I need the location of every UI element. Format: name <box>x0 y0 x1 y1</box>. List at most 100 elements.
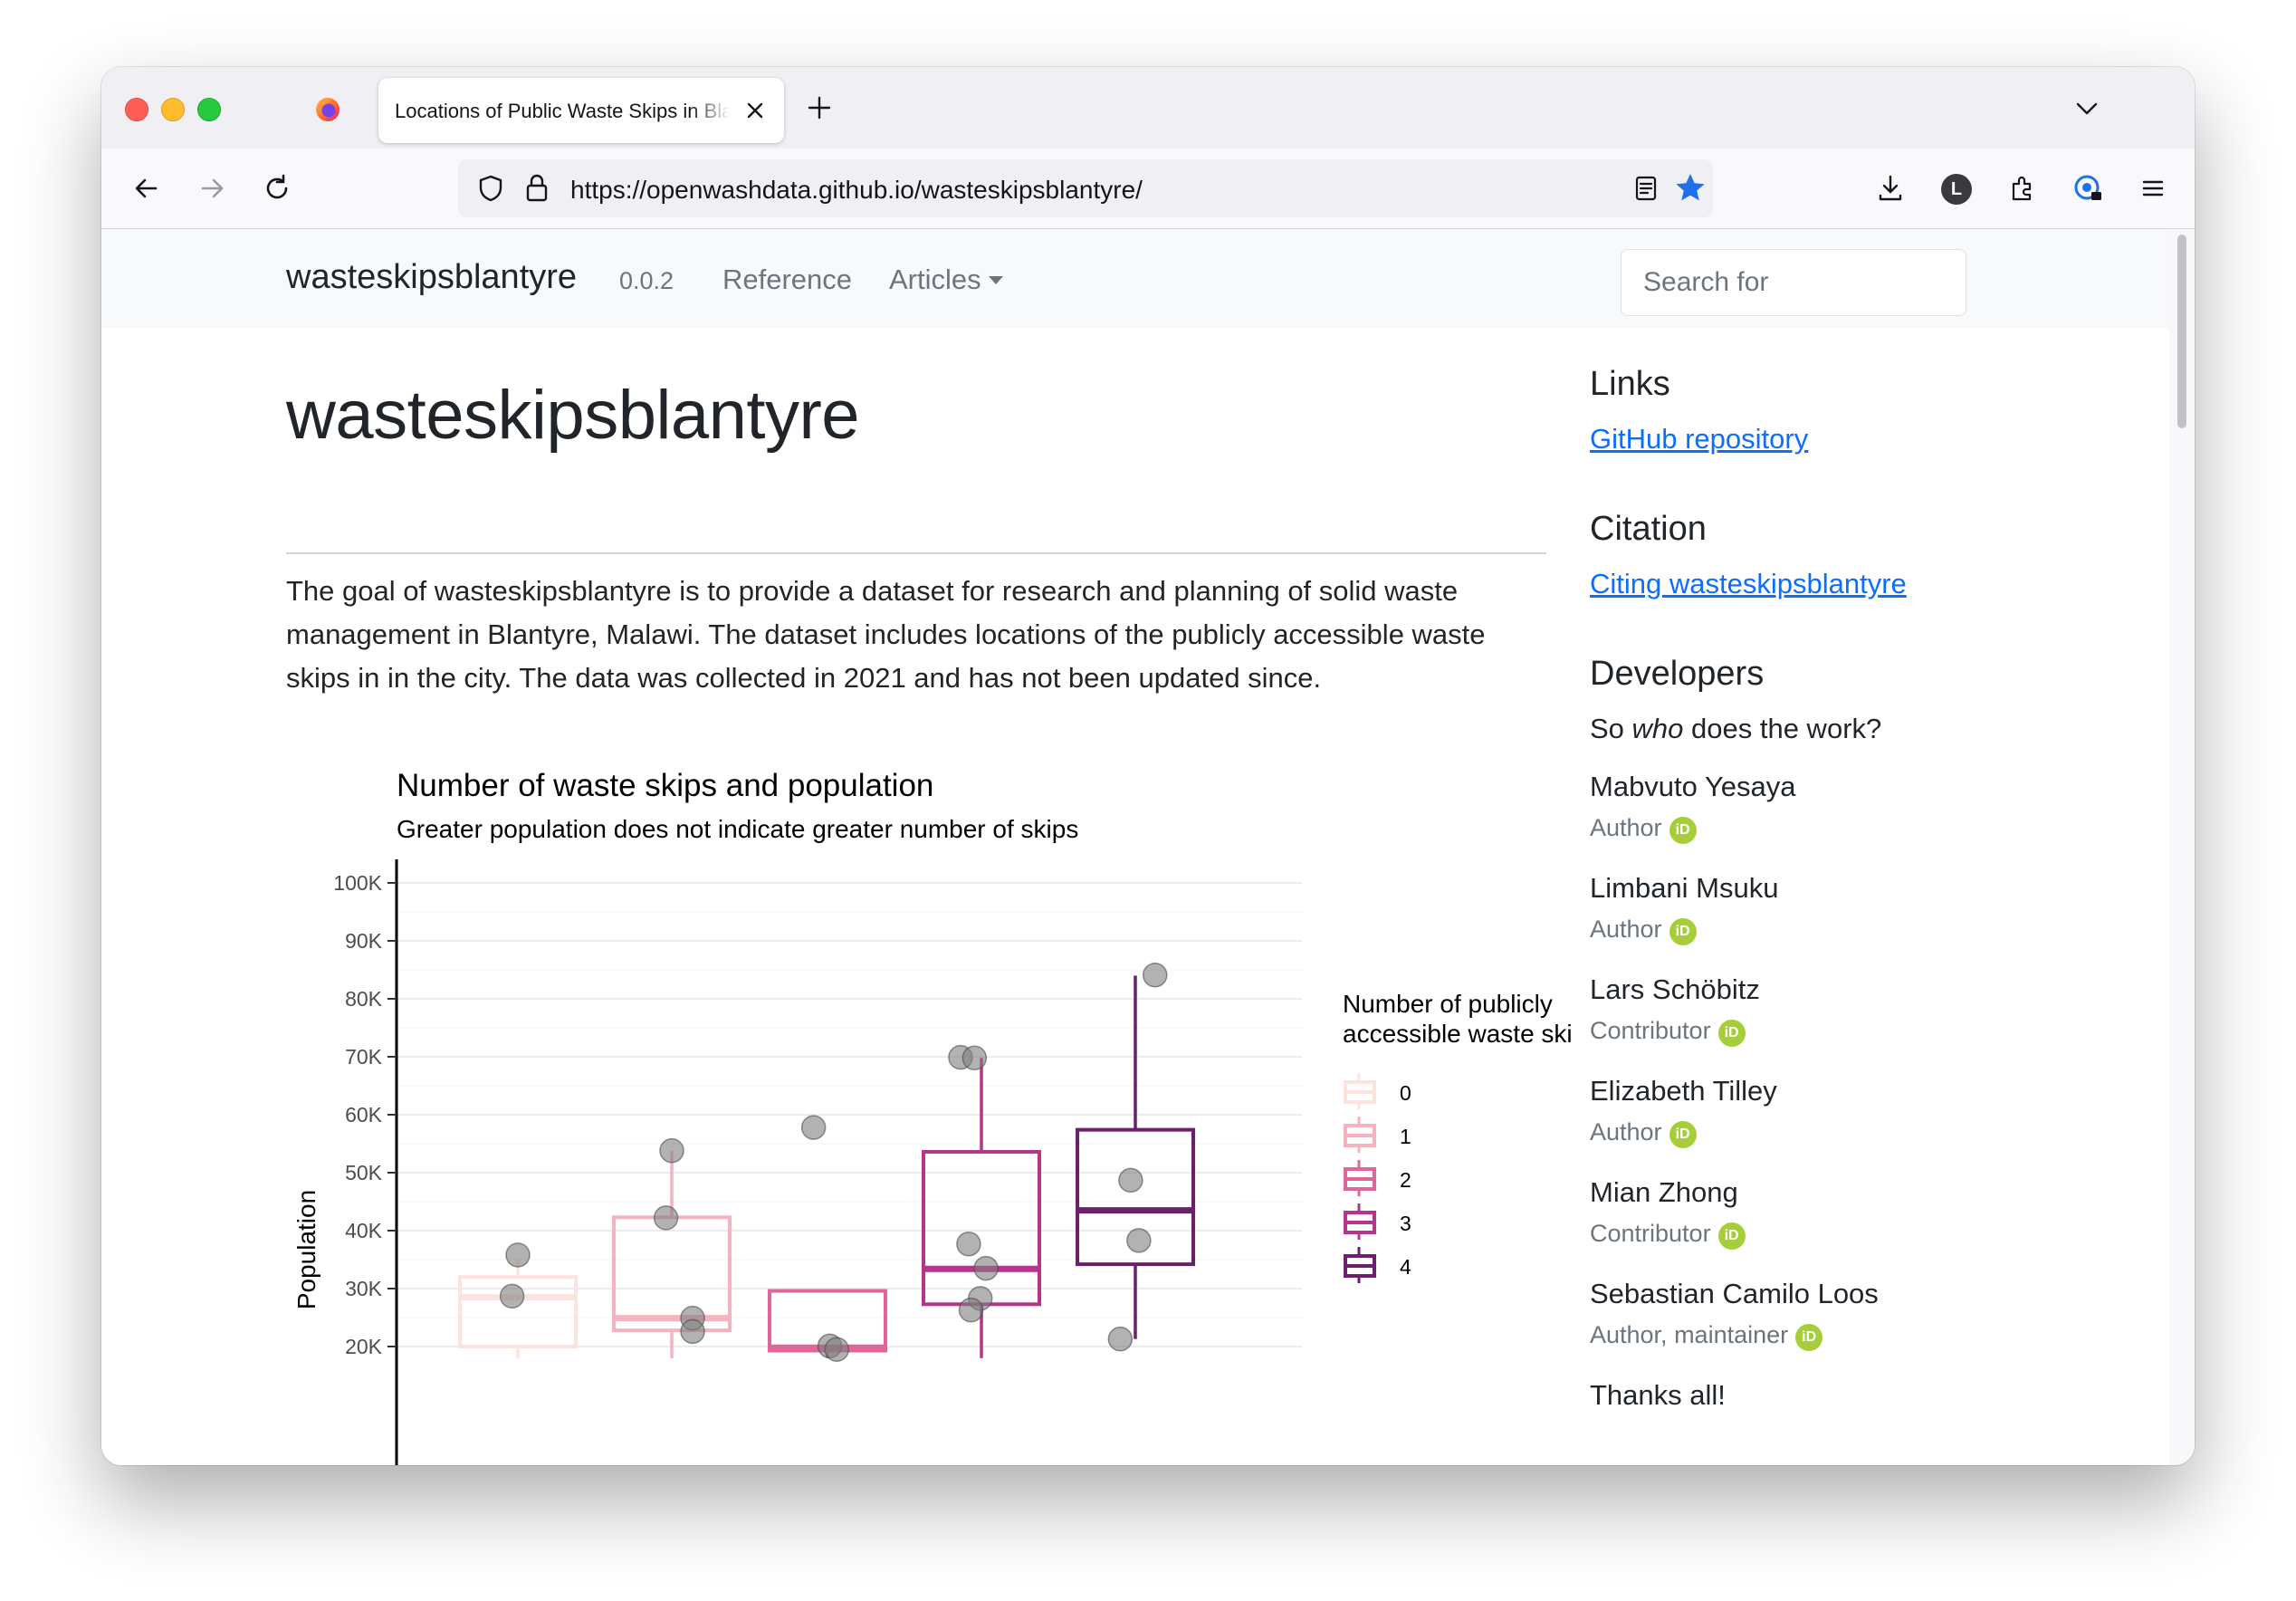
password-manager-icon[interactable] <box>2071 172 2104 205</box>
menu-icon[interactable] <box>2137 172 2169 205</box>
downloads-icon[interactable] <box>1874 172 1907 205</box>
y-tick-label: 90K <box>345 929 383 953</box>
legend-title-line-2: accessible waste skips <box>1343 1020 1572 1048</box>
y-tick-label: 60K <box>345 1103 383 1126</box>
legend-label: 1 <box>1400 1125 1411 1148</box>
dropdown-caret-icon <box>988 276 1003 284</box>
y-tick-label: 100K <box>333 871 382 895</box>
developers-intro-pre: So <box>1590 713 1632 744</box>
developer-name[interactable]: Elizabeth Tilley <box>1590 1075 1777 1107</box>
tab-bar: Locations of Public Waste Skips in Blant… <box>101 67 2195 149</box>
data-point <box>1143 963 1168 988</box>
y-tick-label: 80K <box>345 987 383 1011</box>
developers-intro-em: who <box>1631 713 1684 744</box>
navigation-toolbar: https://openwashdata.github.io/wasteskip… <box>101 149 2195 229</box>
minimize-window-button[interactable] <box>161 98 185 121</box>
developer-entry: Mabvuto Yesaya Author iD <box>1590 771 1796 844</box>
main-content: wasteskipsblantyre The goal of wasteskip… <box>101 329 2169 1465</box>
orcid-icon[interactable]: iD <box>1669 817 1697 844</box>
title-divider <box>286 552 1546 554</box>
data-point <box>653 1205 679 1231</box>
list-all-tabs-icon[interactable] <box>2073 98 2100 120</box>
orcid-icon[interactable]: iD <box>1669 918 1697 945</box>
scrollbar[interactable] <box>2169 229 2195 1465</box>
github-link[interactable]: GitHub repository <box>1590 423 1808 455</box>
search-input[interactable] <box>1621 249 1966 316</box>
developer-entry: Mian Zhong Contributor iD <box>1590 1176 1746 1250</box>
nav-articles[interactable]: Articles <box>889 264 1003 296</box>
account-avatar[interactable]: L <box>1941 174 1972 205</box>
forward-icon[interactable] <box>196 172 228 205</box>
y-tick-label: 50K <box>345 1161 383 1184</box>
data-point <box>1118 1167 1143 1194</box>
legend-label: 0 <box>1400 1081 1411 1105</box>
tab-title: Locations of Public Waste Skips in Blant… <box>395 100 730 122</box>
developer-entry: Lars Schöbitz Contributor iD <box>1590 973 1760 1047</box>
data-point <box>680 1318 705 1345</box>
citation-heading: Citation <box>1590 510 1707 548</box>
developers-intro: So who does the work? <box>1590 713 1881 745</box>
orcid-icon[interactable]: iD <box>1717 1222 1746 1250</box>
citation-link[interactable]: Citing wasteskipsblantyre <box>1590 568 1907 599</box>
developer-name[interactable]: Mian Zhong <box>1590 1176 1746 1209</box>
reader-view-icon[interactable] <box>1631 174 1660 203</box>
developer-role: Author <box>1590 814 1662 841</box>
developer-entry: Limbani Msuku Author iD <box>1590 872 1778 945</box>
nav-reference[interactable]: Reference <box>722 264 852 296</box>
skips-population-chart: Number of waste skips and population Gre… <box>292 769 1572 1465</box>
data-point <box>499 1283 525 1309</box>
zoom-window-button[interactable] <box>197 98 221 121</box>
box <box>612 1215 732 1333</box>
site-brand[interactable]: wasteskipsblantyre <box>286 258 577 297</box>
developer-role: Contributor <box>1590 1017 1711 1044</box>
close-window-button[interactable] <box>125 98 148 121</box>
extensions-icon[interactable] <box>2006 172 2039 205</box>
close-tab-icon[interactable] <box>742 98 768 123</box>
data-point <box>659 1137 684 1164</box>
developer-name[interactable]: Lars Schöbitz <box>1590 973 1760 1006</box>
developer-entry: Sebastian Camilo Loos Author, maintainer… <box>1590 1278 1879 1351</box>
data-point <box>961 1045 988 1071</box>
developer-role: Author <box>1590 1118 1662 1146</box>
browser-window: Locations of Public Waste Skips in Blant… <box>101 67 2195 1465</box>
back-icon[interactable] <box>130 172 163 205</box>
developer-role: Author <box>1590 916 1662 943</box>
box <box>922 1149 1041 1307</box>
developer-entry: Elizabeth Tilley Author iD <box>1590 1075 1777 1148</box>
developer-name[interactable]: Sebastian Camilo Loos <box>1590 1278 1879 1310</box>
firefox-icon[interactable] <box>313 94 342 123</box>
reload-icon[interactable] <box>261 172 293 205</box>
developers-heading: Developers <box>1590 655 1765 693</box>
links-heading: Links <box>1590 365 1670 403</box>
y-tick-label: 20K <box>345 1335 383 1358</box>
url-text[interactable]: https://openwashdata.github.io/wasteskip… <box>570 176 1143 205</box>
bookmark-star-icon[interactable] <box>1673 171 1708 206</box>
y-tick-label: 40K <box>345 1219 383 1242</box>
orcid-icon[interactable]: iD <box>1717 1020 1746 1047</box>
thanks-text: Thanks all! <box>1590 1379 1726 1411</box>
nav-articles-label: Articles <box>889 264 981 295</box>
chart-subtitle: Greater population does not indicate gre… <box>397 815 1078 843</box>
orcid-icon[interactable]: iD <box>1795 1324 1823 1351</box>
y-tick-label: 70K <box>345 1045 383 1069</box>
data-point <box>1107 1326 1134 1352</box>
developer-name[interactable]: Mabvuto Yesaya <box>1590 771 1796 803</box>
data-point <box>956 1231 981 1257</box>
data-point <box>1126 1228 1152 1253</box>
lock-icon[interactable] <box>521 172 552 205</box>
new-tab-icon[interactable] <box>804 92 835 123</box>
data-point <box>973 1255 999 1281</box>
chart-title: Number of waste skips and population <box>397 769 933 803</box>
intro-paragraph: The goal of wasteskipsblantyre is to pro… <box>286 575 1486 694</box>
orcid-icon[interactable]: iD <box>1669 1121 1697 1148</box>
legend-label: 3 <box>1400 1212 1411 1235</box>
y-axis-label: Population <box>292 1190 320 1309</box>
url-bar[interactable]: https://openwashdata.github.io/wasteskip… <box>458 159 1713 217</box>
developer-role: Contributor <box>1590 1220 1711 1247</box>
developer-name[interactable]: Limbani Msuku <box>1590 872 1778 905</box>
scrollbar-thumb[interactable] <box>2177 235 2186 428</box>
shield-icon[interactable] <box>474 172 507 205</box>
active-tab[interactable]: Locations of Public Waste Skips in Blant… <box>378 78 784 143</box>
data-point <box>800 1115 827 1140</box>
legend-label: 2 <box>1400 1168 1411 1192</box>
